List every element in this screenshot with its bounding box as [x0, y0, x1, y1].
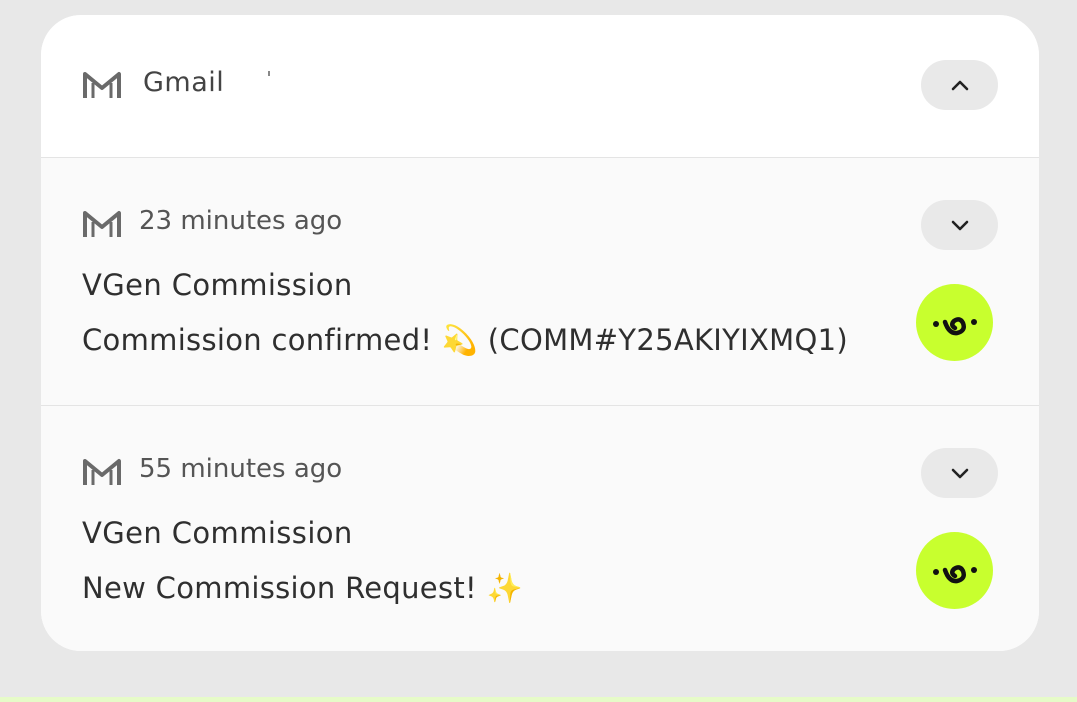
- notification-message: New Commission Request! ✨: [82, 571, 523, 605]
- vgen-face-icon: [933, 565, 977, 584]
- bottom-strip: [0, 697, 1077, 702]
- chevron-down-icon: [951, 468, 968, 479]
- gmail-icon: [83, 72, 121, 98]
- notification-sender: VGen Commission: [82, 516, 353, 550]
- sender-avatar: [916, 284, 993, 361]
- gmail-icon: [83, 459, 121, 485]
- sender-avatar: [916, 532, 993, 609]
- notification-group-header[interactable]: Gmail: [41, 15, 1039, 158]
- notification-time: 55 minutes ago: [139, 454, 343, 484]
- app-name: Gmail: [143, 67, 225, 98]
- vgen-face-icon: [933, 317, 977, 336]
- gmail-icon: [83, 211, 121, 237]
- notification-message: Commission confirmed! 💫 (COMM#Y25AKIYIXM…: [82, 323, 848, 357]
- notification-item[interactable]: 23 minutes ago VGen Commission Commissio…: [41, 158, 1039, 406]
- collapse-button[interactable]: [921, 60, 998, 110]
- chevron-down-icon: [951, 220, 968, 231]
- expand-button[interactable]: [921, 448, 998, 498]
- notification-sender: VGen Commission: [82, 268, 353, 302]
- notification-card: Gmail 23 minutes ago VGen Commission Com…: [41, 15, 1039, 651]
- chevron-up-icon: [951, 80, 968, 91]
- header-tick-mark: [268, 71, 270, 76]
- notification-item[interactable]: 55 minutes ago VGen Commission New Commi…: [41, 406, 1039, 651]
- expand-button[interactable]: [921, 200, 998, 250]
- notification-time: 23 minutes ago: [139, 206, 343, 236]
